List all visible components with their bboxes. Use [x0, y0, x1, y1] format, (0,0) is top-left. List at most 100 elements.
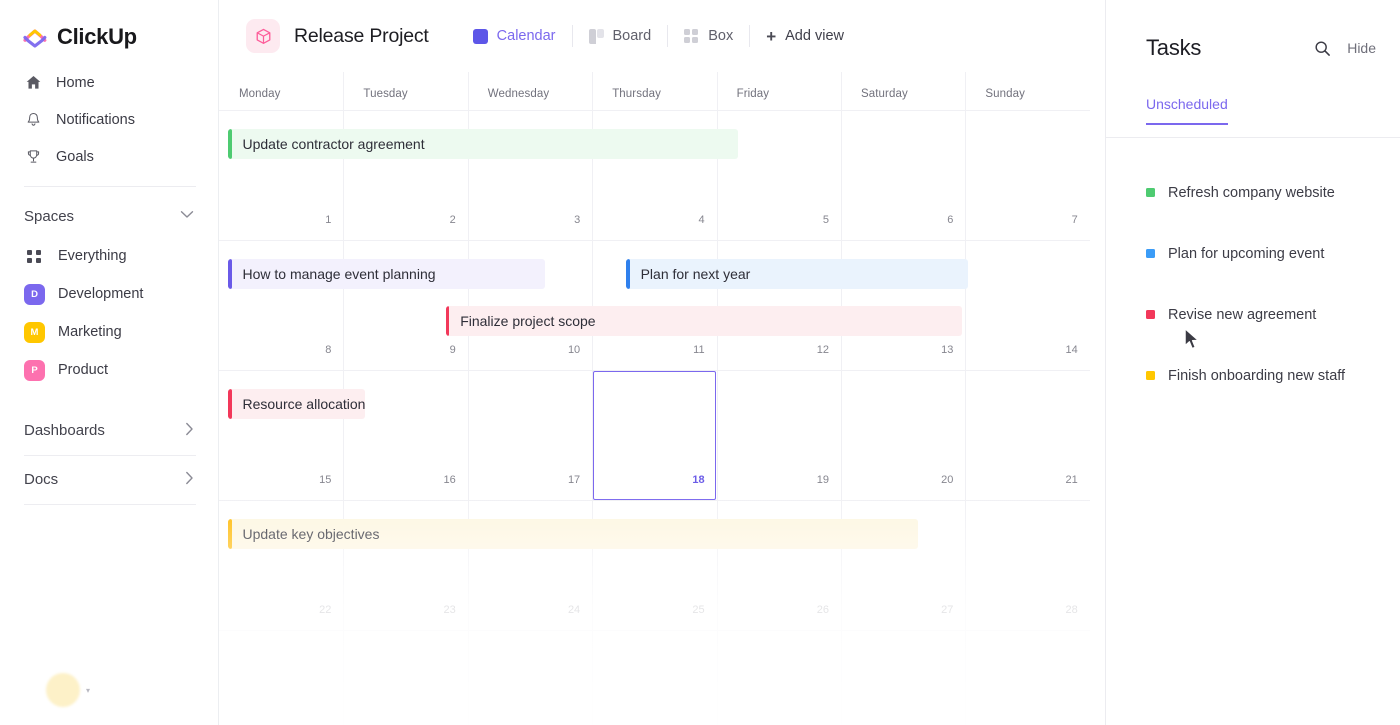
bell-icon: [24, 110, 43, 129]
date-number[interactable]: 20: [843, 474, 953, 486]
date-number[interactable]: 11: [595, 344, 704, 356]
chevron-right-icon: [185, 471, 194, 488]
day-name-label: Monday: [239, 88, 281, 100]
calendar-icon: [472, 28, 488, 44]
sidebar-item-docs[interactable]: Docs: [0, 456, 218, 502]
sidebar-item-label: Notifications: [56, 111, 135, 128]
date-number[interactable]: 5: [719, 214, 829, 226]
event-title: Update contractor agreement: [242, 136, 425, 152]
tab-label: Calendar: [496, 28, 556, 44]
tab-label: Box: [708, 28, 734, 44]
calendar-day-cell[interactable]: [841, 630, 965, 725]
task-label: Finish onboarding new staff: [1168, 367, 1346, 384]
sidebar-item-home[interactable]: Home: [0, 64, 218, 101]
calendar-day-cell[interactable]: [343, 630, 467, 725]
plus-icon: +: [766, 26, 777, 46]
date-number[interactable]: 28: [968, 604, 1078, 616]
task-label: Plan for upcoming event: [1168, 245, 1325, 262]
date-number[interactable]: 6: [843, 214, 953, 226]
date-number[interactable]: 3: [470, 214, 580, 226]
sidebar-item-everything[interactable]: Everything: [0, 237, 218, 275]
sidebar-item-development[interactable]: D Development: [0, 275, 218, 313]
sidebar-item-notifications[interactable]: Notifications: [0, 101, 218, 138]
calendar-day-cell[interactable]: [965, 630, 1089, 725]
event-title: Resource allocation: [242, 396, 365, 412]
task-color-dot: [1146, 310, 1155, 319]
list-item[interactable]: Revise new agreement: [1106, 284, 1400, 345]
calendar-event[interactable]: Update key objectives: [228, 519, 919, 549]
hide-panel-button[interactable]: Hide: [1347, 40, 1376, 56]
date-number[interactable]: 10: [470, 344, 580, 356]
sidebar: ClickUp Home Notifications Goals Spaces …: [0, 0, 219, 725]
tasks-panel-header: Tasks Hide: [1106, 0, 1400, 96]
board-icon: [588, 28, 604, 44]
calendar-date-row: 22 23 24 25 26 27 28: [219, 604, 1090, 622]
date-number[interactable]: 2: [346, 214, 456, 226]
chevron-right-icon: [185, 422, 194, 439]
calendar-event[interactable]: Plan for next year: [626, 259, 969, 289]
search-icon[interactable]: [1314, 40, 1331, 57]
date-number[interactable]: 12: [719, 344, 829, 356]
brand-name: ClickUp: [57, 24, 137, 49]
list-item[interactable]: Refresh company website: [1106, 162, 1400, 223]
calendar-day-cell[interactable]: [468, 630, 592, 725]
sidebar-item-marketing[interactable]: M Marketing: [0, 313, 218, 351]
calendar-day-cell[interactable]: [592, 630, 716, 725]
date-number[interactable]: 13: [843, 344, 953, 356]
selected-day-cell[interactable]: [592, 370, 717, 500]
date-number[interactable]: 22: [221, 604, 331, 616]
date-number[interactable]: 1: [221, 214, 331, 226]
day-name-label: Saturday: [861, 88, 908, 100]
day-name-label: Tuesday: [363, 88, 408, 100]
sidebar-item-dashboards[interactable]: Dashboards: [0, 407, 218, 453]
clickup-app-window: ClickUp Home Notifications Goals Spaces …: [0, 0, 1400, 725]
unscheduled-task-list: Refresh company website Plan for upcoming…: [1106, 138, 1400, 406]
avatar[interactable]: [46, 673, 80, 707]
calendar-day-cell[interactable]: [717, 630, 841, 725]
calendar-event[interactable]: Update contractor agreement: [228, 129, 739, 159]
brand[interactable]: ClickUp: [0, 0, 218, 56]
date-number[interactable]: 24: [470, 604, 580, 616]
list-item[interactable]: Finish onboarding new staff: [1106, 345, 1400, 406]
date-number[interactable]: 25: [595, 604, 704, 616]
date-number[interactable]: 7: [968, 214, 1078, 226]
tab-board[interactable]: Board: [573, 21, 668, 51]
date-number[interactable]: 17: [470, 474, 580, 486]
date-number[interactable]: 19: [719, 474, 829, 486]
date-number[interactable]: 15: [221, 474, 331, 486]
date-number[interactable]: 21: [968, 474, 1078, 486]
calendar-day-cell[interactable]: [219, 630, 343, 725]
calendar-view[interactable]: Monday Tuesday Wednesday Thursday Friday Satu…: [219, 72, 1090, 725]
date-number[interactable]: 9: [346, 344, 456, 356]
tab-unscheduled[interactable]: Unscheduled: [1146, 96, 1228, 125]
calendar-event[interactable]: How to manage event planning: [228, 259, 546, 289]
calendar-date-row: 1 2 3 4 5 6 7: [219, 214, 1090, 232]
tab-box[interactable]: Box: [668, 21, 749, 51]
calendar-event[interactable]: Finalize project scope: [445, 306, 962, 336]
sidebar-divider: [24, 504, 196, 505]
sidebar-item-product[interactable]: P Product: [0, 351, 218, 389]
list-item[interactable]: Plan for upcoming event: [1106, 223, 1400, 284]
date-number[interactable]: 14: [968, 344, 1078, 356]
date-number[interactable]: 8: [221, 344, 331, 356]
spaces-section-label: Spaces: [24, 207, 75, 225]
space-label: Everything: [58, 248, 127, 264]
date-number[interactable]: 16: [346, 474, 456, 486]
avatar-area[interactable]: ▾: [46, 673, 90, 707]
date-number[interactable]: 4: [595, 214, 704, 226]
date-number[interactable]: 23: [346, 604, 456, 616]
tab-calendar[interactable]: Calendar: [457, 21, 572, 51]
sidebar-item-goals[interactable]: Goals: [0, 138, 218, 175]
spaces-section-header[interactable]: Spaces: [0, 195, 218, 237]
add-view-button[interactable]: + Add view: [750, 21, 860, 51]
cube-icon: [246, 19, 280, 53]
date-number[interactable]: 26: [719, 604, 829, 616]
space-badge: D: [24, 283, 45, 305]
calendar-event[interactable]: Resource allocation: [228, 389, 365, 419]
space-label: Marketing: [58, 324, 122, 340]
date-number[interactable]: 27: [843, 604, 953, 616]
grid-icon: [24, 246, 45, 267]
calendar-day-header: Monday Tuesday Wednesday Thursday Friday Satu…: [219, 72, 1090, 110]
space-label: Product: [58, 362, 108, 378]
primary-nav: Home Notifications Goals: [0, 56, 218, 175]
